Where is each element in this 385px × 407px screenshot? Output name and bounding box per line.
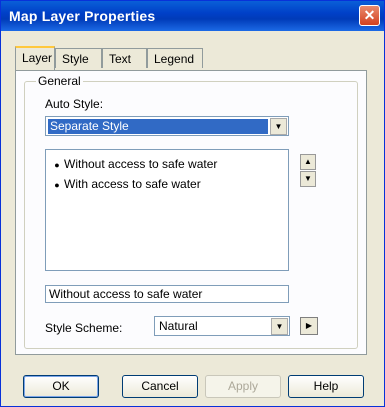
- tab-text-label: Text: [109, 52, 132, 66]
- list-item[interactable]: ● Without access to safe water: [50, 156, 217, 172]
- tab-legend-label: Legend: [154, 52, 195, 66]
- move-down-button[interactable]: ▼: [300, 171, 316, 187]
- arrow-down-icon: ▼: [304, 174, 312, 183]
- list-item-label: Without access to safe water: [64, 157, 218, 171]
- style-scheme-dropdown-button[interactable]: ▼: [271, 318, 288, 335]
- ok-button[interactable]: OK: [23, 375, 99, 398]
- style-scheme-value: Natural: [159, 319, 198, 333]
- bullet-icon: ●: [54, 180, 60, 190]
- tab-layer[interactable]: Layer: [15, 46, 55, 70]
- tab-style[interactable]: Style: [55, 48, 102, 68]
- auto-style-value: Separate Style: [48, 119, 268, 134]
- window-title: Map Layer Properties: [9, 8, 156, 24]
- play-icon: ▶: [305, 321, 313, 330]
- dialog-window: Map Layer Properties ✕ Layer Style Text …: [0, 0, 385, 407]
- apply-button[interactable]: Apply: [205, 375, 281, 398]
- list-item-label: With access to safe water: [64, 177, 201, 191]
- tab-layer-label: Layer: [22, 51, 53, 65]
- auto-style-select[interactable]: Separate Style ▼: [45, 116, 289, 136]
- style-scheme-label: Style Scheme:: [45, 321, 123, 335]
- bullet-icon: ●: [54, 160, 60, 170]
- auto-style-label: Auto Style:: [45, 97, 104, 111]
- title-bar[interactable]: Map Layer Properties ✕: [1, 1, 384, 31]
- help-button[interactable]: Help: [288, 375, 364, 398]
- arrow-up-icon: ▲: [304, 157, 312, 166]
- tab-legend[interactable]: Legend: [147, 48, 203, 68]
- close-icon: ✕: [363, 7, 376, 23]
- style-scheme-apply-button[interactable]: ▶: [300, 317, 318, 335]
- style-scheme-select[interactable]: Natural ▼: [154, 316, 290, 336]
- cancel-button[interactable]: Cancel: [122, 375, 198, 398]
- item-name-input[interactable]: Without access to safe water: [45, 285, 289, 303]
- tab-text[interactable]: Text: [102, 48, 147, 68]
- category-listbox[interactable]: ● Without access to safe water ● With acce…: [45, 149, 289, 271]
- list-item[interactable]: ● With access to safe water: [50, 176, 201, 192]
- move-up-button[interactable]: ▲: [300, 154, 316, 170]
- chevron-down-icon: ▼: [274, 122, 283, 131]
- tab-style-label: Style: [62, 52, 89, 66]
- auto-style-dropdown-button[interactable]: ▼: [270, 118, 287, 135]
- chevron-down-icon: ▼: [275, 322, 284, 331]
- close-button[interactable]: ✕: [359, 5, 380, 26]
- general-group-legend: General: [36, 74, 83, 88]
